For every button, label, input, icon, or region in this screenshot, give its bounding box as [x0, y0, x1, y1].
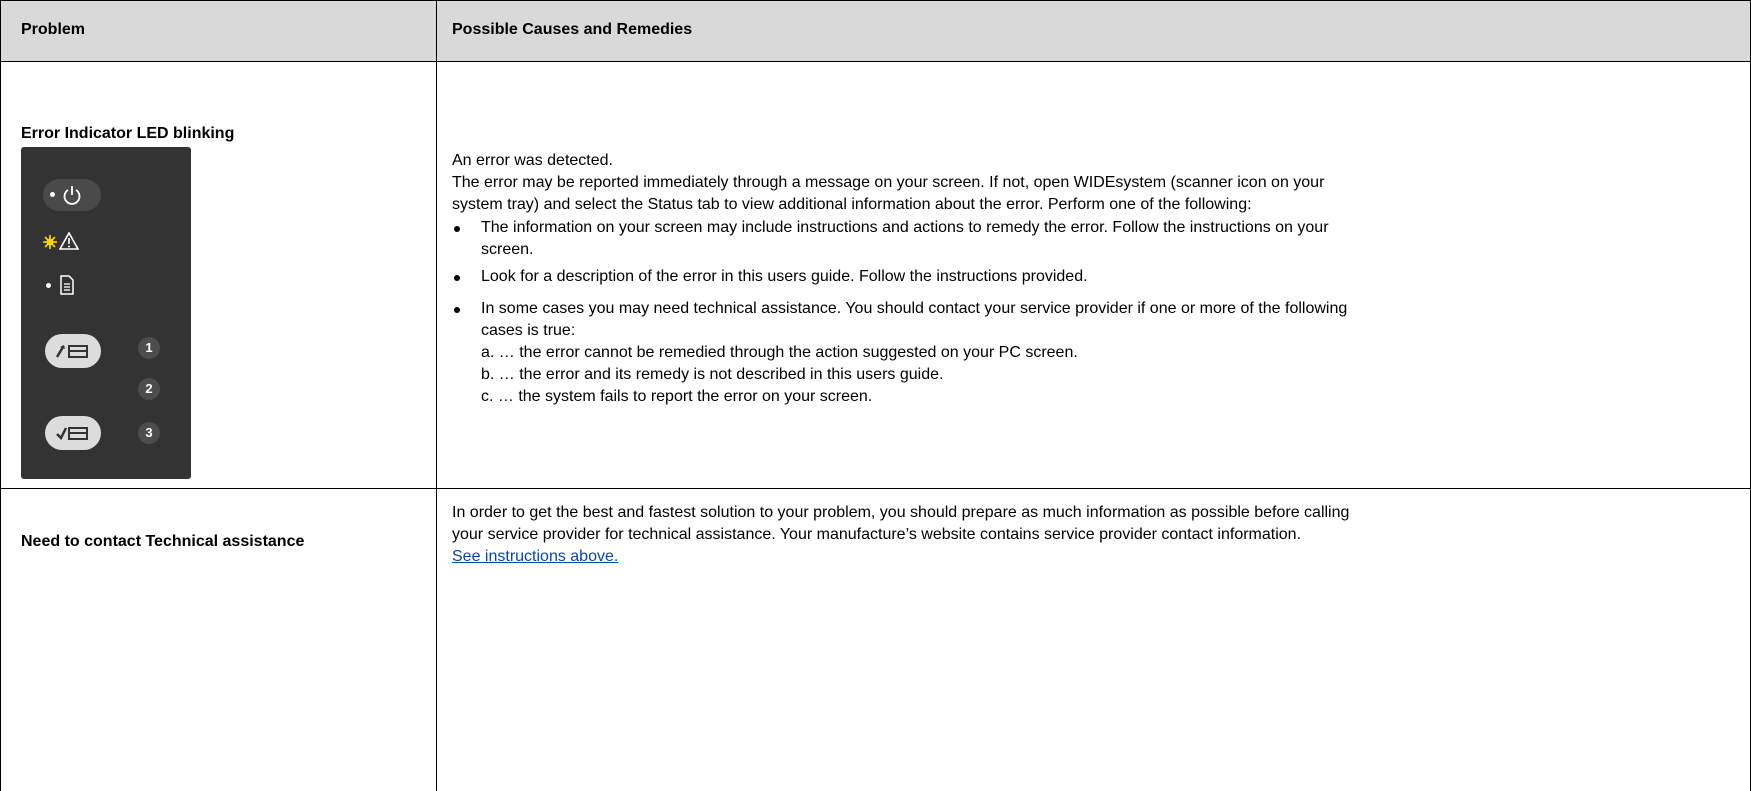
copy-button-icon: [56, 427, 88, 441]
bullet-marker: [454, 226, 460, 232]
header-divider: [0, 61, 1751, 62]
bullet-1-line-2: screen.: [481, 241, 534, 258]
bullet-3-line-1: In some cases you may need technical ass…: [481, 300, 1348, 317]
header-causes-remedies: Possible Causes and Remedies: [452, 21, 693, 38]
problem-error-led: Error Indicator LED blinking: [21, 125, 235, 142]
paper-led-dot: [46, 283, 51, 288]
contact-line-1: In order to get the best and fastest sol…: [452, 504, 1350, 521]
see-instructions-link[interactable]: See instructions above.: [452, 546, 618, 568]
sub-item-c: c. … the system fails to report the erro…: [481, 388, 873, 405]
power-led-dot: [50, 192, 55, 197]
bullet-1-line-1: The information on your screen may inclu…: [481, 219, 1329, 236]
error-paragraph-line-1: The error may be reported immediately th…: [452, 174, 1325, 191]
document-icon: [60, 275, 74, 295]
error-intro: An error was detected.: [452, 152, 613, 169]
contact-line-2: your service provider for technical assi…: [452, 526, 1302, 543]
power-icon: [63, 186, 81, 205]
table-border-top: [0, 0, 1751, 1]
table-header-background: [1, 1, 1750, 61]
bullet-2-line-1: Look for a description of the error in t…: [481, 268, 1088, 285]
troubleshooting-table: Problem Possible Causes and Remedies Err…: [0, 0, 1751, 791]
led-control-panel: 1 2 3: [21, 147, 191, 479]
warning-icon: [59, 232, 79, 250]
bullet-marker: [454, 275, 460, 281]
error-paragraph-line-2: system tray) and select the Status tab t…: [452, 196, 1252, 213]
table-border-left: [0, 0, 1, 791]
scan-button-icon: [55, 345, 88, 358]
sub-item-a: a. … the error cannot be remedied throug…: [481, 344, 1078, 361]
row-divider: [0, 488, 1751, 489]
error-led-active-icon: [43, 235, 57, 249]
mode-number-1: 1: [138, 337, 160, 359]
column-divider: [436, 0, 437, 791]
mode-number-2: 2: [138, 378, 160, 400]
mode-number-3: 3: [138, 422, 160, 444]
problem-contact-assistance: Need to contact Technical assistance: [21, 533, 305, 550]
bullet-marker: [454, 307, 460, 313]
header-problem: Problem: [21, 21, 86, 38]
bullet-3-line-2: cases is true:: [481, 322, 576, 339]
sub-item-b: b. … the error and its remedy is not des…: [481, 366, 944, 383]
